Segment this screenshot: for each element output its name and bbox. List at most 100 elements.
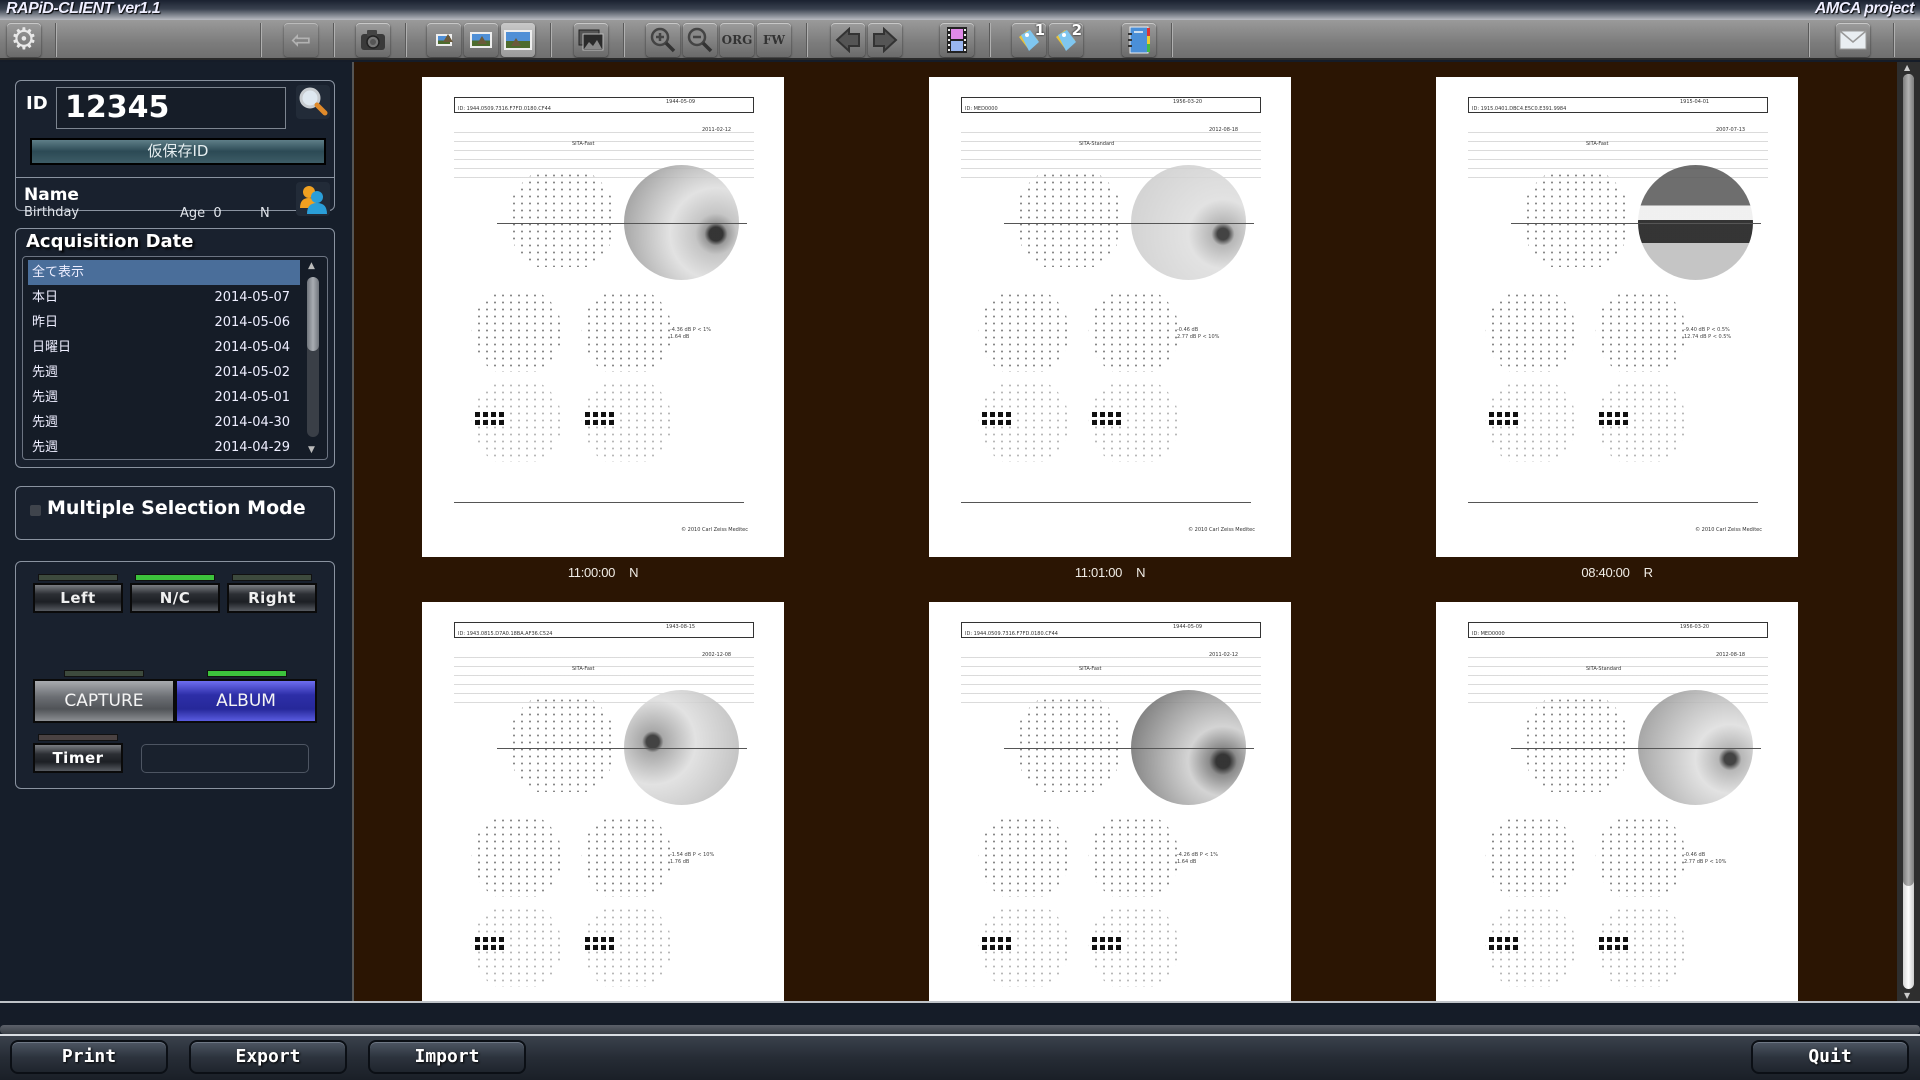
acquisition-date-item[interactable]: 本日 2014-05-07 xyxy=(28,285,300,310)
timer-button[interactable]: Timer xyxy=(33,743,123,773)
probability-marker xyxy=(483,412,488,417)
print-button[interactable]: Print xyxy=(10,1040,168,1074)
probability-marker xyxy=(982,420,987,425)
scroll-up-arrow-icon[interactable]: ▲ xyxy=(1904,63,1910,72)
tag-1-button[interactable]: 1 xyxy=(1012,21,1046,57)
scroll-down-arrow-icon[interactable]: ▼ xyxy=(1904,991,1910,1000)
patient-panel: ID 12345 仮保存ID Name Birthday Age 0 N xyxy=(15,80,335,221)
visual-field-report: ID: MED0000 1956-03-20 2012-08-18 SITA-Stan… xyxy=(929,77,1291,557)
acquisition-date-item[interactable]: 先週 2014-05-02 xyxy=(28,360,300,385)
fit-window-button[interactable]: FW xyxy=(757,23,791,57)
camera-button[interactable] xyxy=(356,23,390,57)
export-button[interactable]: Export xyxy=(189,1040,347,1074)
search-button[interactable] xyxy=(296,85,330,119)
viewer-scrollbar[interactable]: ▲ ▼ xyxy=(1897,62,1920,1001)
right-indicator xyxy=(232,574,312,581)
report-strategy: SITA-Fast xyxy=(572,141,595,147)
report-thumbnail[interactable]: ID: MED0000 1956-03-20 2012-08-18 SITA-Stan… xyxy=(929,77,1291,557)
horizontal-scrollbar[interactable] xyxy=(0,1025,1920,1034)
report-thumbnail[interactable]: ID: MED0000 1956-03-20 2012-08-18 SITA-Stan… xyxy=(1436,602,1798,1001)
probability-marker xyxy=(1513,945,1518,950)
quit-button[interactable]: Quit xyxy=(1751,1040,1909,1074)
axis-line xyxy=(1004,748,1254,749)
acquisition-item-label: 先週 xyxy=(32,365,59,380)
previous-button[interactable] xyxy=(831,23,865,57)
report-dob: 1943-08-15 xyxy=(666,624,696,630)
acquisition-item-date: 2014-04-29 xyxy=(214,440,290,455)
image-large-button[interactable] xyxy=(501,23,535,57)
notebook-button[interactable] xyxy=(1122,23,1156,57)
project-label: AMCA project xyxy=(1814,0,1915,17)
probability-marker xyxy=(990,412,995,417)
report-thumbnail[interactable]: ID: 1915.0401.DBC4.E5C0.E391.9984 1915-04… xyxy=(1436,77,1798,557)
probability-marker xyxy=(1505,937,1510,942)
acquisition-list-scrollbar[interactable]: ▲ ▼ xyxy=(306,261,320,455)
scroll-up-arrow-icon[interactable]: ▲ xyxy=(308,261,315,271)
acquisition-date-item[interactable]: 昨日 2014-05-06 xyxy=(28,310,300,335)
acquisition-date-item[interactable]: 先週 2014-04-30 xyxy=(28,410,300,435)
tag-2-button[interactable]: 2 xyxy=(1049,21,1083,57)
temp-save-id-button[interactable]: 仮保存ID xyxy=(30,138,326,165)
probability-marker xyxy=(1607,937,1612,942)
settings-button[interactable]: ⚙ xyxy=(7,23,41,57)
probability-marker xyxy=(1092,945,1097,950)
report-md: -0.46 dB xyxy=(1177,327,1199,333)
original-size-label: ORG xyxy=(721,33,753,47)
zoom-out-button[interactable] xyxy=(683,23,717,57)
scroll-down-arrow-icon[interactable]: ▼ xyxy=(308,445,315,455)
movie-button[interactable] xyxy=(940,23,974,57)
right-eye-button[interactable]: Right xyxy=(227,583,317,613)
capture-button[interactable]: CAPTURE xyxy=(33,679,175,723)
probability-marker xyxy=(1489,937,1494,942)
gallery-button[interactable] xyxy=(574,23,608,57)
nc-eye-button[interactable]: N/C xyxy=(130,583,220,613)
timer-field[interactable] xyxy=(141,744,309,773)
acquisition-date-item[interactable]: 全て表示 xyxy=(28,260,300,285)
deviation-values-grid xyxy=(1485,817,1577,897)
timer-indicator xyxy=(38,734,118,741)
multiple-selection-checkbox[interactable] xyxy=(30,505,41,516)
zoom-in-button[interactable] xyxy=(646,23,680,57)
scrollbar-thumb[interactable] xyxy=(307,277,319,351)
probability-plot xyxy=(581,382,673,462)
report-id: ID: 1943.0815.D7A0.18BA.AF36.C524 xyxy=(454,622,754,638)
report-thumbnail[interactable]: ID: 1943.0815.D7A0.18BA.AF36.C524 1943-08… xyxy=(422,602,784,1001)
probability-plot xyxy=(1595,382,1687,462)
multiple-selection-panel: Multiple Selection Mode xyxy=(15,486,335,540)
multiple-selection-label[interactable]: Multiple Selection Mode xyxy=(47,497,306,519)
acquisition-item-date: 2014-05-04 xyxy=(214,340,290,355)
report-thumbnail[interactable]: ID: 1944.0509.7316.F7FD.0180.CF44 1944-05… xyxy=(929,602,1291,1001)
deviation-values-grid xyxy=(471,292,563,372)
back-button[interactable]: ⇦ xyxy=(284,23,318,57)
threshold-values-grid xyxy=(1521,172,1631,267)
import-button[interactable]: Import xyxy=(368,1040,526,1074)
acquisition-item-date: 2014-04-30 xyxy=(214,415,290,430)
arrow-left-icon: ⇦ xyxy=(290,26,312,54)
tag-2-badge: 2 xyxy=(1071,21,1082,39)
image-small-button[interactable] xyxy=(427,23,461,57)
patient-id-input[interactable]: 12345 xyxy=(56,87,286,129)
left-eye-button[interactable]: Left xyxy=(33,583,123,613)
probability-marker xyxy=(1006,945,1011,950)
threshold-values-grid xyxy=(1014,697,1124,792)
album-button[interactable]: ALBUM xyxy=(175,679,317,723)
probability-marker xyxy=(609,412,614,417)
acquisition-date-item[interactable]: 先週 2014-05-01 xyxy=(28,385,300,410)
next-button[interactable] xyxy=(868,23,902,57)
report-thumbnail[interactable]: ID: 1944.0509.7316.F7FD.0180.CF44 1944-05… xyxy=(422,77,784,557)
patient-list-button[interactable] xyxy=(296,182,330,216)
image-medium-button[interactable] xyxy=(464,23,498,57)
probability-marker xyxy=(982,412,987,417)
toolbar-separator xyxy=(1808,23,1810,57)
report-stats: -4.36 dB P < 1% 1.64 dB xyxy=(670,327,711,341)
mail-button[interactable] xyxy=(1836,23,1870,57)
probability-marker xyxy=(593,420,598,425)
probability-marker xyxy=(1505,420,1510,425)
acquisition-date-item[interactable]: 日曜日 2014-05-04 xyxy=(28,335,300,360)
title-bar: RAPiD-CLIENT ver1.1 AMCA project xyxy=(0,0,1920,20)
probability-marker xyxy=(998,420,1003,425)
gear-icon: ⚙ xyxy=(10,22,38,57)
original-size-button[interactable]: ORG xyxy=(720,23,754,57)
scrollbar-thumb[interactable] xyxy=(1903,74,1914,886)
acquisition-date-item[interactable]: 先週 2014-04-29 xyxy=(28,435,300,459)
